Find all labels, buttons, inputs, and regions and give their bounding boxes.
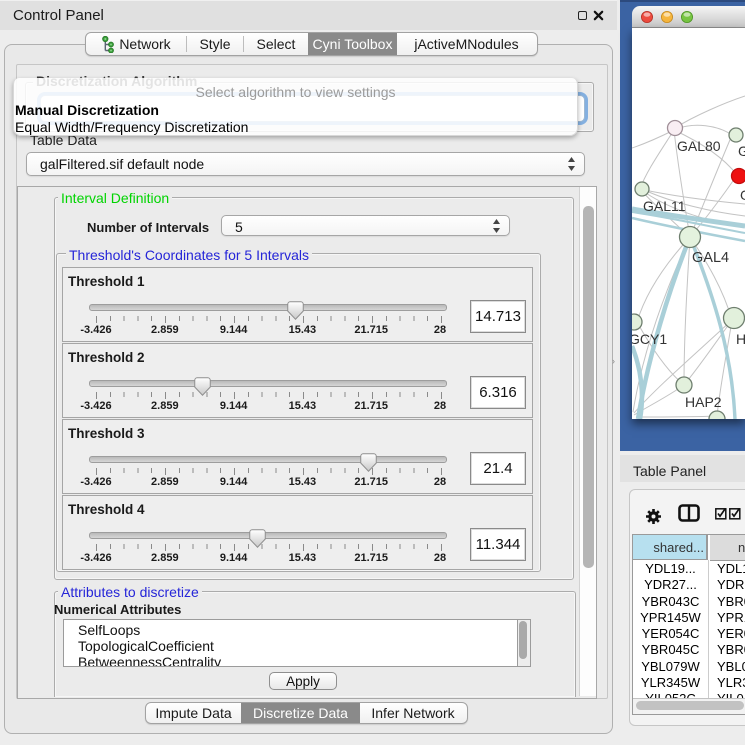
- svg-text:GAL4: GAL4: [692, 250, 729, 266]
- svg-text:H: H: [736, 331, 745, 347]
- svg-text:GAL11: GAL11: [643, 198, 686, 214]
- svg-text:G.: G.: [738, 143, 745, 159]
- svg-text:GAL80: GAL80: [677, 138, 721, 154]
- svg-text:HAP2: HAP2: [685, 394, 722, 410]
- svg-text:G: G: [740, 187, 745, 203]
- svg-text:GCY1: GCY1: [632, 331, 667, 347]
